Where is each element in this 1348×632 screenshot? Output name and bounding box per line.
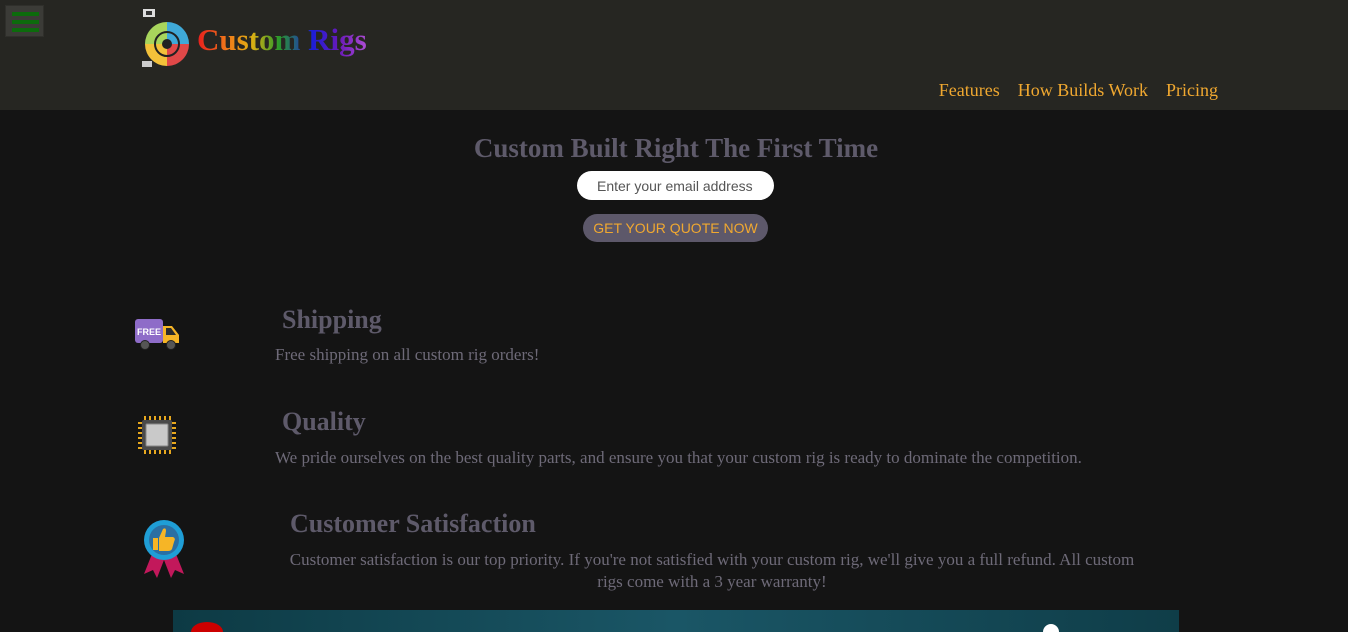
menu-bar-icon: [12, 12, 39, 16]
email-input[interactable]: [577, 171, 774, 200]
nav-link-features[interactable]: Features: [939, 80, 1000, 101]
thumbs-up-badge-icon: [144, 520, 184, 578]
hamburger-menu-button[interactable]: [5, 5, 44, 37]
cpu-chip-icon: [138, 416, 176, 454]
feature-text-satisfaction: Customer satisfaction is our top priorit…: [289, 550, 1135, 591]
feature-title-shipping: Shipping: [282, 305, 382, 334]
brand-logo-text[interactable]: Custom Rigs: [197, 22, 367, 58]
hero-title: Custom Built Right The First Time: [473, 133, 879, 163]
feature-text-shipping: Free shipping on all custom rig orders!: [275, 345, 540, 364]
site-header: Custom Rigs Features How Builds Work Pri…: [0, 0, 1348, 110]
video-thumbnail-art: [203, 610, 228, 632]
logo-fan-icon[interactable]: [139, 9, 191, 71]
menu-bar-icon: [12, 20, 39, 24]
main-nav: Features How Builds Work Pricing: [939, 80, 1218, 101]
menu-bar-icon: [12, 28, 39, 32]
brand-name: Custom Rigs: [197, 22, 367, 57]
get-quote-button[interactable]: GET YOUR QUOTE NOW: [583, 214, 768, 242]
video-info-icon[interactable]: [1043, 624, 1059, 632]
video-player[interactable]: [173, 610, 1179, 632]
nav-link-pricing[interactable]: Pricing: [1166, 80, 1218, 101]
free-shipping-truck-icon: FREE: [135, 319, 179, 350]
free-badge-text: FREE: [137, 327, 161, 337]
nav-link-how-builds-work[interactable]: How Builds Work: [1018, 80, 1148, 101]
feature-title-quality: Quality: [282, 407, 366, 436]
feature-title-satisfaction: Customer Satisfaction: [290, 509, 536, 538]
feature-text-quality: We pride ourselves on the best quality p…: [275, 448, 1082, 467]
